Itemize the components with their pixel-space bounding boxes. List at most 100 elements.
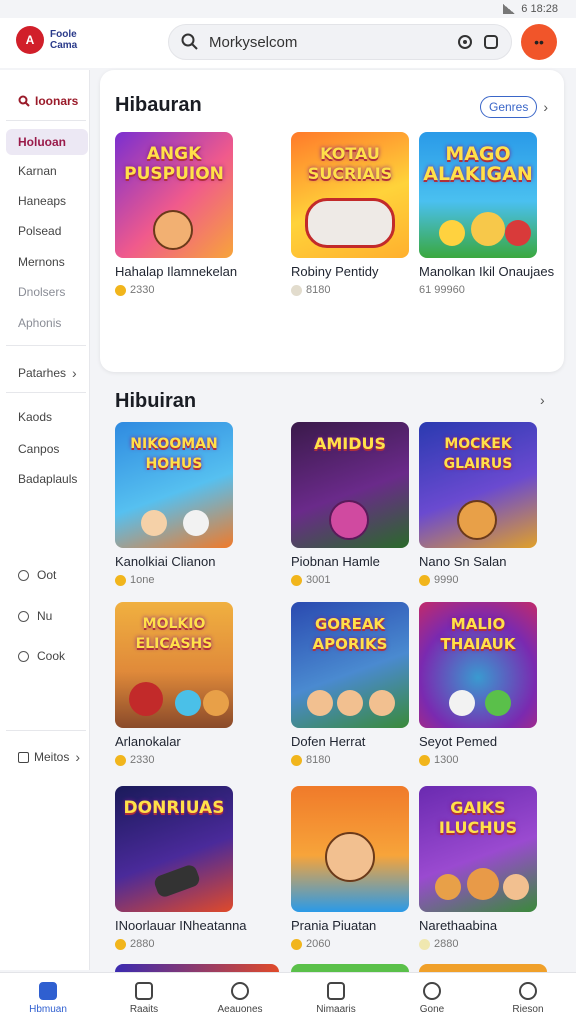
game-thumbnail: MALIO THAIAUK	[419, 602, 537, 728]
game-thumbnail: DONRIUAS	[115, 786, 233, 912]
character-art	[369, 690, 395, 716]
sidebar-header[interactable]: Ioonars	[6, 88, 88, 114]
box-icon	[327, 982, 345, 1000]
bottom-nav: Hbmuan Raaits Aeauones Nimaaris Gone Rie…	[0, 972, 576, 1024]
square-icon[interactable]	[483, 34, 499, 50]
game-meta: 2330	[115, 754, 233, 766]
game-thumbnail: MOCKEK GLAIRUS	[419, 422, 537, 548]
nav-item-3[interactable]: Nimaaris	[288, 973, 384, 1024]
game-meta: 2330	[115, 284, 233, 296]
sidebar-radio-0[interactable]: Oot	[6, 562, 88, 588]
game-name: Manolkan Ikil Onaujaes	[419, 264, 555, 279]
coin-icon	[291, 754, 302, 766]
sidebar-item-2[interactable]: Haneaps	[6, 188, 88, 214]
coin-icon	[115, 754, 126, 766]
box-icon	[18, 751, 29, 763]
sidebar-footer[interactable]: Meitos ›	[6, 744, 88, 770]
coin-icon	[291, 938, 302, 950]
game-name: Prania Piuatan	[291, 918, 377, 933]
character-art	[503, 874, 529, 900]
game-thumbnail: AMIDUS	[291, 422, 409, 548]
character-art	[329, 500, 369, 540]
character-art	[439, 220, 465, 246]
divider	[6, 730, 86, 731]
radio-icon	[18, 610, 29, 622]
sidebar-group[interactable]: Patarhes ›	[6, 360, 88, 386]
character-art	[141, 510, 167, 536]
logo-mark: A	[16, 26, 44, 54]
nav-item-4[interactable]: Gone	[384, 973, 480, 1024]
character-art	[449, 690, 475, 716]
house-icon	[135, 982, 153, 1000]
game-name: Nano Sn Salan	[419, 554, 507, 569]
nav-item-1[interactable]: Raaits	[96, 973, 192, 1024]
sidebar-item-4[interactable]: Mernons	[6, 249, 88, 275]
divider	[6, 392, 86, 393]
chevron-right-icon: ›	[543, 99, 549, 115]
section2-title: Hibuiran	[115, 390, 197, 412]
character-art	[485, 690, 511, 716]
sidebar-item-6[interactable]: Aphonis	[6, 310, 88, 336]
game-tile[interactable]: AMIDUS Piobnan Hamle 3001	[291, 422, 409, 586]
sidebar-radio-2[interactable]: Cook	[6, 643, 88, 669]
game-tile[interactable]: MOCKEK GLAIRUS Nano Sn Salan 9990	[419, 422, 537, 586]
gamepad-icon	[305, 198, 395, 248]
game-meta: 9990	[419, 574, 537, 586]
game-tile[interactable]: MALIO THAIAUK Seyot Pemed 1300	[419, 602, 537, 766]
character-art	[203, 690, 229, 716]
game-tile[interactable]: NIKOOMAN HOHUS Kanolkiai Clianon 1one	[115, 422, 233, 586]
game-tile[interactable]: MOLKIO ELICASHS Arlanokalar 2330	[115, 602, 233, 766]
nav-item-5[interactable]: Rieson	[480, 973, 576, 1024]
home-icon	[39, 982, 57, 1000]
game-tile[interactable]: ANGK PUSPUION Hahalap Ilamnekelan 2330	[115, 132, 238, 296]
game-tile[interactable]: GOREAK APORIKS Dofen Herrat 8180	[291, 602, 409, 766]
sidebar-item-1[interactable]: Karnan	[6, 158, 88, 184]
game-name: Narethaabina	[419, 918, 498, 933]
status-bar: 6 18:28	[0, 0, 576, 18]
game-tile[interactable]: GAIKS ILUCHUS Narethaabina 2880	[419, 786, 537, 950]
character-art	[457, 500, 497, 540]
featured-see-all[interactable]: Genres ›	[480, 96, 548, 118]
sidebar-item-0[interactable]: Holuoan	[6, 129, 88, 155]
cannon-icon	[152, 863, 202, 899]
character-art	[435, 874, 461, 900]
target-icon[interactable]	[457, 34, 473, 50]
divider	[6, 120, 86, 121]
nav-item-2[interactable]: Aeauones	[192, 973, 288, 1024]
partial-tile	[291, 964, 409, 972]
featured-title: Hibauran	[115, 94, 202, 116]
sidebar-item2-0[interactable]: Kaods	[6, 404, 88, 430]
game-tile[interactable]: Prania Piuatan 2060	[291, 786, 409, 950]
nav-home[interactable]: Hbmuan	[0, 973, 96, 1024]
game-tile[interactable]: DONRIUAS INoorlauar INheatanna 2880	[115, 786, 247, 950]
top-bar: A Foole Cama ••	[0, 18, 576, 68]
sidebar-item2-2[interactable]: Badaplauls	[6, 466, 88, 492]
avatar[interactable]: ••	[521, 24, 557, 60]
game-thumbnail: GOREAK APORIKS	[291, 602, 409, 728]
game-thumbnail: MOLKIO ELICASHS	[115, 602, 233, 728]
sidebar-item2-1[interactable]: Canpos	[6, 436, 88, 462]
logo-line2: Cama	[50, 40, 78, 51]
search-icon	[181, 33, 198, 50]
status-time: 6 18:28	[521, 3, 558, 15]
game-name: INoorlauar INheatanna	[115, 918, 247, 933]
coin-icon	[419, 574, 430, 586]
game-tile[interactable]: MAGO ALAKIGAN Manolkan Ikil Onaujaes 61 …	[419, 132, 555, 296]
game-thumbnail: NIKOOMAN HOHUS	[115, 422, 233, 548]
game-name: Robiny Pentidy	[291, 264, 379, 279]
game-tile[interactable]: KOTAU SUCRIAIS Robiny Pentidy 8180	[291, 132, 409, 296]
game-meta: 8180	[291, 284, 409, 296]
chevron-right-icon[interactable]: ›	[540, 392, 545, 408]
character-art	[325, 832, 375, 882]
sidebar-item-3[interactable]: Polsead	[6, 218, 88, 244]
partial-tile	[419, 964, 547, 972]
profile-icon	[423, 982, 441, 1000]
app-logo[interactable]: A Foole Cama	[16, 26, 77, 54]
game-name: Hahalap Ilamnekelan	[115, 264, 238, 279]
sidebar-item-5[interactable]: Dnolsers	[6, 279, 88, 305]
character-art	[175, 690, 201, 716]
sidebar-radio-1[interactable]: Nu	[6, 603, 88, 629]
coin-icon	[419, 754, 430, 766]
search-input[interactable]	[209, 33, 447, 51]
search-icon	[18, 95, 30, 107]
